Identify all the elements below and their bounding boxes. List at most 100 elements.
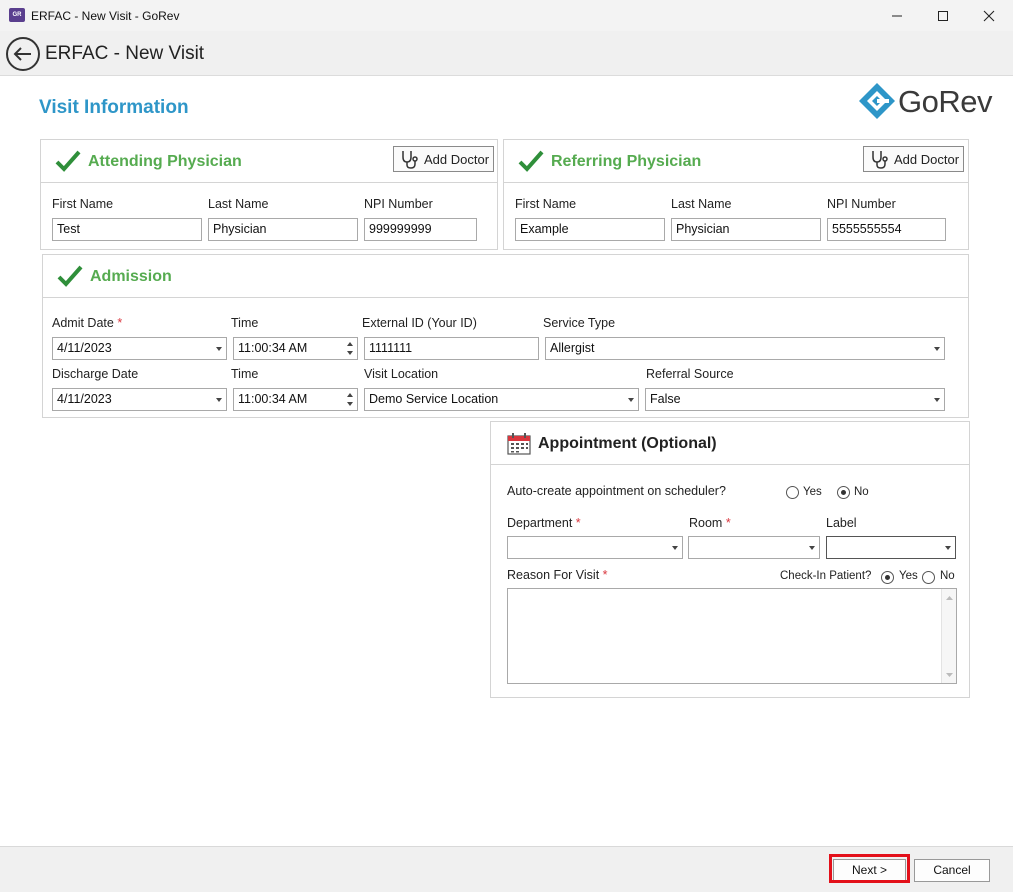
npi-number-label: NPI Number xyxy=(827,197,896,211)
maximize-button[interactable] xyxy=(920,0,966,31)
window-titlebar: GR ERFAC - New Visit - GoRev xyxy=(0,0,1013,31)
department-dropdown[interactable] xyxy=(507,536,683,559)
admit-date-picker[interactable]: 4/11/2023 xyxy=(52,337,227,360)
label-label: Label xyxy=(826,516,857,530)
npi-number-label: NPI Number xyxy=(364,197,433,211)
referring-physician-header: Referring Physician Add Doctor xyxy=(504,140,968,183)
attending-npi-input[interactable]: 999999999 xyxy=(364,218,477,241)
chevron-down-icon xyxy=(628,398,634,402)
page-header: ERFAC - New Visit xyxy=(0,31,1013,76)
referring-first-name-input[interactable]: Example xyxy=(515,218,665,241)
chevron-down-icon xyxy=(934,347,940,351)
appointment-header: Appointment (Optional) xyxy=(491,422,969,465)
appointment-panel: Appointment (Optional) Auto-create appoi… xyxy=(490,421,970,698)
visit-location-dropdown[interactable]: Demo Service Location xyxy=(364,388,639,411)
minimize-icon xyxy=(892,15,902,16)
auto-create-no-label: No xyxy=(854,486,869,498)
first-name-label: First Name xyxy=(515,197,577,211)
checkmark-icon xyxy=(518,150,544,172)
discharge-date-label: Discharge Date xyxy=(52,367,139,381)
attending-physician-header: Attending Physician Add Doctor xyxy=(41,140,497,183)
admit-time-label: Time xyxy=(231,316,259,330)
label-dropdown[interactable] xyxy=(826,536,956,559)
attending-first-name-input[interactable]: Test xyxy=(52,218,202,241)
attending-physician-title: Attending Physician xyxy=(88,153,242,170)
discharge-time-spinner[interactable]: 11:00:34 AM xyxy=(233,388,358,411)
last-name-label: Last Name xyxy=(671,197,732,211)
check-in-yes-label: Yes xyxy=(899,570,918,582)
chevron-down-icon xyxy=(216,398,222,402)
room-dropdown[interactable] xyxy=(688,536,820,559)
admit-date-label: Admit Date * xyxy=(52,316,123,330)
required-mark: * xyxy=(575,516,581,530)
scroll-up-icon[interactable] xyxy=(943,593,956,603)
reason-for-visit-textarea[interactable] xyxy=(507,588,957,684)
admission-panel: Admission Admit Date * Time External ID … xyxy=(42,254,969,418)
discharge-time-label: Time xyxy=(231,367,259,381)
spin-down-icon[interactable] xyxy=(347,402,353,406)
auto-create-no-radio[interactable] xyxy=(837,486,850,499)
app-icon: GR xyxy=(9,8,25,22)
gorev-logo: GoRev xyxy=(858,80,993,122)
chevron-down-icon xyxy=(809,546,815,550)
checkmark-icon xyxy=(55,150,81,172)
gorev-logo-icon xyxy=(859,83,895,119)
admit-time-spinner[interactable]: 11:00:34 AM xyxy=(233,337,358,360)
chevron-down-icon xyxy=(216,347,222,351)
referring-add-doctor-button[interactable]: Add Doctor xyxy=(863,146,964,172)
add-doctor-label: Add Doctor xyxy=(424,151,490,167)
back-button[interactable] xyxy=(6,37,40,71)
chevron-down-icon xyxy=(934,398,940,402)
auto-create-yes-radio[interactable] xyxy=(786,486,799,499)
visit-location-label: Visit Location xyxy=(364,367,439,381)
department-label: Department * xyxy=(507,516,581,530)
close-button[interactable] xyxy=(966,0,1012,31)
page-title: ERFAC - New Visit xyxy=(45,43,205,64)
check-in-yes-radio[interactable] xyxy=(881,571,894,584)
referral-source-label: Referral Source xyxy=(646,367,734,381)
appointment-title: Appointment (Optional) xyxy=(538,435,717,452)
service-type-label: Service Type xyxy=(543,316,616,330)
reason-for-visit-label: Reason For Visit * xyxy=(507,568,608,582)
required-mark: * xyxy=(117,316,123,330)
scrollbar[interactable] xyxy=(941,589,956,683)
referring-npi-input[interactable]: 5555555554 xyxy=(827,218,946,241)
chevron-down-icon xyxy=(672,546,678,550)
attending-last-name-input[interactable]: Physician xyxy=(208,218,358,241)
referring-last-name-input[interactable]: Physician xyxy=(671,218,821,241)
check-in-no-label: No xyxy=(940,570,955,582)
service-type-dropdown[interactable]: Allergist xyxy=(545,337,945,360)
calendar-icon xyxy=(507,433,531,455)
discharge-date-picker[interactable]: 4/11/2023 xyxy=(52,388,227,411)
referring-physician-panel: Referring Physician Add Doctor First Nam… xyxy=(503,139,969,250)
next-button-highlight xyxy=(829,854,910,883)
checkmark-icon xyxy=(57,265,83,287)
admission-title: Admission xyxy=(90,268,172,285)
last-name-label: Last Name xyxy=(208,197,269,211)
section-title: Visit Information xyxy=(39,97,189,118)
scroll-down-icon[interactable] xyxy=(943,670,956,680)
spin-up-icon[interactable] xyxy=(347,342,353,346)
admission-header: Admission xyxy=(43,255,968,298)
add-doctor-label: Add Doctor xyxy=(894,151,960,167)
maximize-icon xyxy=(938,10,948,21)
referral-source-dropdown[interactable]: False xyxy=(645,388,945,411)
spin-up-icon[interactable] xyxy=(347,393,353,397)
attending-add-doctor-button[interactable]: Add Doctor xyxy=(393,146,494,172)
window-title: ERFAC - New Visit - GoRev xyxy=(31,9,180,23)
cancel-button[interactable]: Cancel xyxy=(914,859,990,882)
required-mark: * xyxy=(725,516,731,530)
chevron-down-icon xyxy=(945,546,951,550)
spin-down-icon[interactable] xyxy=(347,351,353,355)
minimize-button[interactable] xyxy=(874,0,920,31)
room-label: Room * xyxy=(689,516,731,530)
attending-physician-panel: Attending Physician Add Doctor First Nam… xyxy=(40,139,498,250)
auto-create-label: Auto-create appointment on scheduler? xyxy=(507,484,726,498)
check-in-no-radio[interactable] xyxy=(922,571,935,584)
check-in-patient-label: Check-In Patient? xyxy=(780,570,872,582)
referring-physician-title: Referring Physician xyxy=(551,153,702,170)
required-mark: * xyxy=(602,568,608,582)
stethoscope-icon xyxy=(872,151,888,169)
external-id-input[interactable]: 1111111 xyxy=(364,337,539,360)
first-name-label: First Name xyxy=(52,197,114,211)
